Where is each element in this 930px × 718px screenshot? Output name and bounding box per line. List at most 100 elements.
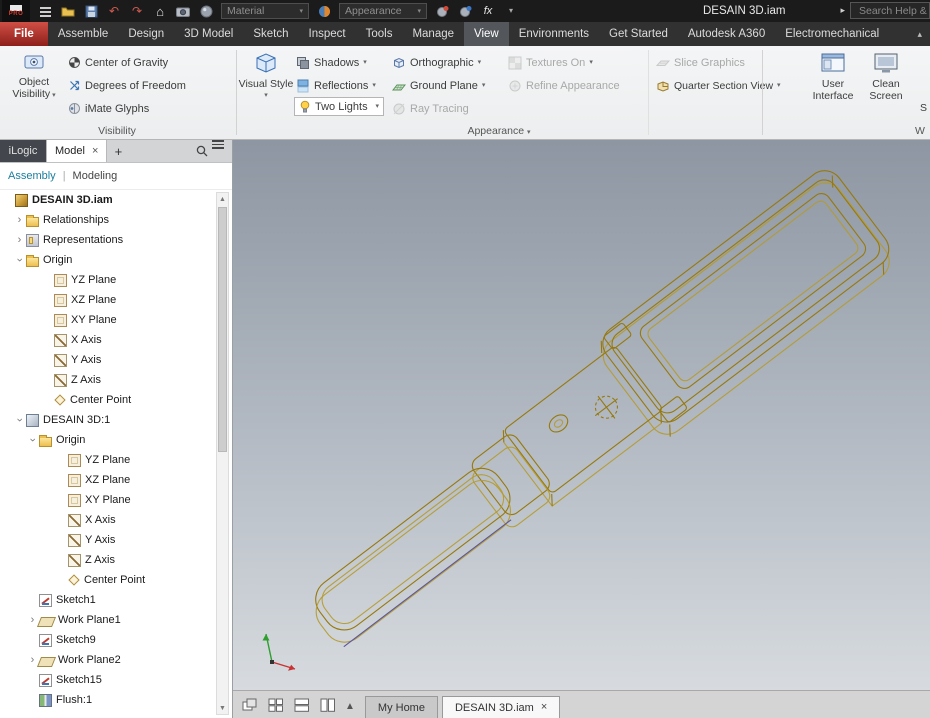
tab-view[interactable]: View xyxy=(464,22,509,46)
tab-manage[interactable]: Manage xyxy=(402,22,464,46)
viewport-3d[interactable] xyxy=(233,140,930,690)
tile-horizontal-icon[interactable] xyxy=(291,695,313,715)
tab-electromechanical[interactable]: Electromechanical xyxy=(775,22,889,46)
quarter-section-view-button[interactable]: Quarter Section View ▾ xyxy=(654,74,783,97)
tree-item[interactable]: Z Axis xyxy=(0,370,214,390)
tree-scrollbar[interactable]: ▲ ▼ xyxy=(216,192,229,715)
scrollbar-thumb[interactable] xyxy=(218,207,227,452)
visual-style-button[interactable]: Visual Style ▾ xyxy=(238,50,294,99)
tree-item[interactable]: › Work Plane1 xyxy=(0,610,214,630)
appearance-group-label[interactable]: Appearance ▾ xyxy=(236,125,762,137)
tab-inspect[interactable]: Inspect xyxy=(299,22,356,46)
tile-vertical-icon[interactable] xyxy=(317,695,339,715)
home-icon[interactable]: ⌂ xyxy=(152,3,168,19)
tab-assemble[interactable]: Assemble xyxy=(48,22,119,46)
tree-item[interactable]: Y Axis xyxy=(0,350,214,370)
tree-item[interactable]: Flush:1 xyxy=(0,690,214,710)
tree-expander-icon[interactable]: › xyxy=(27,654,38,666)
close-document-icon[interactable]: × xyxy=(541,702,547,713)
tab-get-started[interactable]: Get Started xyxy=(599,22,678,46)
tree-item[interactable]: DESAIN 3D.iam xyxy=(0,190,214,210)
file-menu-icon[interactable] xyxy=(37,3,53,19)
tab-file[interactable]: File xyxy=(0,22,48,46)
user-interface-button[interactable]: User Interface xyxy=(806,50,860,102)
tree-item[interactable]: Sketch1 xyxy=(0,590,214,610)
tree-item[interactable]: › DESAIN 3D:1 xyxy=(0,410,214,430)
help-search-input[interactable]: Search Help & xyxy=(850,2,930,19)
tree-expander-icon[interactable]: › xyxy=(14,234,25,246)
assembly-mode-link[interactable]: Assembly xyxy=(8,170,56,182)
tree-item[interactable]: X Axis xyxy=(0,510,214,530)
shadows-button[interactable]: Shadows ▾ xyxy=(294,51,384,74)
tree-item[interactable]: XZ Plane xyxy=(0,470,214,490)
tree-item[interactable]: XY Plane xyxy=(0,310,214,330)
search-icon[interactable] xyxy=(192,140,212,162)
imate-glyphs-button[interactable]: iMate Glyphs xyxy=(66,97,188,120)
tree-item[interactable]: › Origin xyxy=(0,250,214,270)
toolbar-overflow-caret-icon[interactable]: ▾ xyxy=(503,3,519,19)
tree-expander-icon[interactable]: › xyxy=(14,214,25,226)
tree-item[interactable]: YZ Plane xyxy=(0,270,214,290)
save-icon[interactable] xyxy=(83,3,99,19)
tree-item[interactable]: XY Plane xyxy=(0,490,214,510)
tree-item[interactable]: › Origin xyxy=(0,430,214,450)
reflections-button[interactable]: Reflections ▾ xyxy=(294,74,384,97)
tab-tools[interactable]: Tools xyxy=(356,22,403,46)
tree-item[interactable]: › Representations xyxy=(0,230,214,250)
close-tab-icon[interactable]: × xyxy=(92,145,98,157)
tree-expander-icon[interactable]: › xyxy=(14,415,26,426)
modeling-mode-link[interactable]: Modeling xyxy=(73,170,118,182)
tab-my-home[interactable]: My Home xyxy=(364,696,438,718)
scrollbar-up-icon[interactable]: ▲ xyxy=(217,193,228,205)
tree-item[interactable]: Z Axis xyxy=(0,550,214,570)
scrollbar-down-icon[interactable]: ▼ xyxy=(217,702,228,714)
tree-item[interactable]: Y Axis xyxy=(0,530,214,550)
capture-icon[interactable] xyxy=(175,3,191,19)
add-tab-button[interactable]: + xyxy=(107,140,129,162)
chevron-right-icon[interactable]: ▸ xyxy=(840,6,845,15)
tree-item[interactable]: Center Point xyxy=(0,390,214,410)
tab-ilogic[interactable]: iLogic xyxy=(0,140,46,162)
material-combo[interactable]: Material ▾ xyxy=(221,3,309,19)
tab-document[interactable]: DESAIN 3D.iam × xyxy=(441,696,561,718)
orthographic-button[interactable]: Orthographic ▾ xyxy=(390,51,487,74)
tab-environments[interactable]: Environments xyxy=(509,22,599,46)
tree-item[interactable]: Sketch9 xyxy=(0,630,214,650)
adjust-color-icon[interactable] xyxy=(457,3,473,19)
app-logo[interactable]: PRO xyxy=(2,0,30,22)
undo-icon[interactable]: ↶ xyxy=(106,3,122,19)
tree-item[interactable]: X Axis xyxy=(0,330,214,350)
lights-combo[interactable]: Two Lights ▾ xyxy=(294,97,384,116)
tree-item[interactable]: › Relationships xyxy=(0,210,214,230)
view-triad[interactable] xyxy=(262,633,296,671)
tab-autodesk-a360[interactable]: Autodesk A360 xyxy=(678,22,775,46)
cascade-windows-icon[interactable] xyxy=(239,695,261,715)
redo-icon[interactable]: ↷ xyxy=(129,3,145,19)
degrees-of-freedom-button[interactable]: Degrees of Freedom xyxy=(66,74,188,97)
appearance-combo[interactable]: Appearance ▾ xyxy=(339,3,427,19)
menu-icon[interactable] xyxy=(212,140,224,162)
tree-item[interactable]: YZ Plane xyxy=(0,450,214,470)
tab-design[interactable]: Design xyxy=(118,22,174,46)
tile-windows-icon[interactable] xyxy=(265,695,287,715)
tree-expander-icon[interactable]: › xyxy=(14,255,26,266)
tree-item[interactable]: XZ Plane xyxy=(0,290,214,310)
expand-tabs-icon[interactable]: ▲ xyxy=(345,702,355,712)
tab-sketch[interactable]: Sketch xyxy=(243,22,298,46)
ribbon-collapse-icon[interactable]: ▴ xyxy=(909,22,930,46)
tab-3d-model[interactable]: 3D Model xyxy=(174,22,243,46)
tree-item[interactable]: Center Point xyxy=(0,570,214,590)
tree-item[interactable]: › Work Plane2 xyxy=(0,650,214,670)
tab-model[interactable]: Model × xyxy=(46,140,108,162)
tree-item[interactable]: Sketch15 xyxy=(0,670,214,690)
adjust-material-icon[interactable] xyxy=(434,3,450,19)
tree-expander-icon[interactable]: › xyxy=(27,435,39,446)
clipped-switch-button[interactable]: S xyxy=(920,102,927,114)
wireframe-model[interactable] xyxy=(284,164,902,674)
ground-plane-button[interactable]: Ground Plane ▾ xyxy=(390,74,487,97)
parameters-fx-icon[interactable]: fx xyxy=(480,3,496,19)
tree-expander-icon[interactable]: › xyxy=(27,614,38,626)
object-visibility-button[interactable]: Object Visibility ▾ xyxy=(4,50,64,100)
open-folder-icon[interactable] xyxy=(60,3,76,19)
clean-screen-button[interactable]: Clean Screen xyxy=(861,50,911,102)
